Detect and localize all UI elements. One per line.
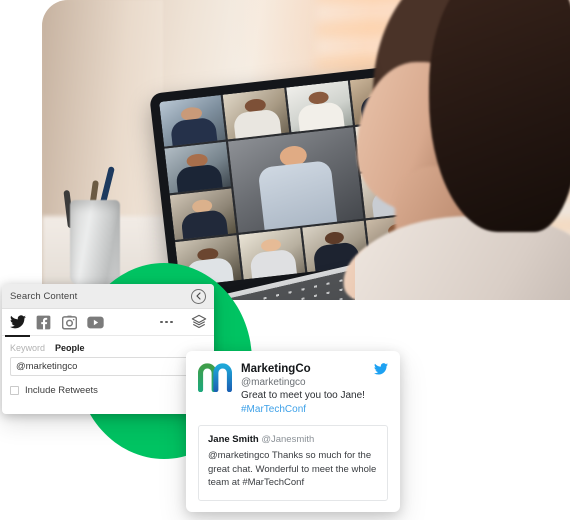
twitter-bird-icon — [374, 362, 388, 416]
marketingco-logo — [198, 362, 232, 393]
tab-keyword[interactable]: Keyword — [10, 343, 45, 353]
hero-photo — [42, 0, 570, 300]
facebook-icon[interactable] — [35, 314, 52, 331]
youtube-icon[interactable] — [87, 314, 104, 331]
include-retweets-row[interactable]: Include Retweets — [10, 385, 206, 396]
tweet-text: Great to meet you too Jane! — [241, 390, 365, 402]
screenshot-stage: Search Content Keyword People @marketing… — [0, 0, 570, 520]
search-form: Keyword People @marketingco Include Retw… — [2, 336, 214, 396]
search-panel-header: Search Content — [2, 284, 214, 309]
participant-tile — [159, 94, 227, 148]
panel-title: Search Content — [10, 290, 78, 302]
more-horizontal-icon[interactable] — [160, 320, 173, 324]
search-mode-tabs: Keyword People — [10, 343, 206, 353]
person-foreground — [355, 0, 570, 300]
quoted-tweet-text: @marketingco Thanks so much for the grea… — [208, 449, 377, 489]
chevron-left-icon[interactable] — [191, 288, 206, 304]
quoted-handle: @Janesmith — [261, 434, 315, 446]
tab-people[interactable]: People — [55, 343, 85, 353]
tweet-hashtag[interactable]: #MarTechConf — [241, 403, 365, 417]
quoted-display-name: Jane Smith — [208, 434, 259, 446]
participant-tile — [222, 87, 290, 140]
layers-icon[interactable] — [190, 314, 207, 331]
instagram-icon[interactable] — [61, 314, 78, 331]
search-input[interactable]: @marketingco — [10, 357, 206, 376]
search-input-value: @marketingco — [16, 361, 78, 372]
participant-tile — [285, 80, 354, 133]
tweet-body: MarketingCo @marketingco Great to meet y… — [241, 362, 365, 416]
tweet-card: MarketingCo @marketingco Great to meet y… — [186, 351, 400, 512]
include-retweets-label: Include Retweets — [25, 385, 98, 396]
tweet-header: MarketingCo @marketingco Great to meet y… — [198, 362, 388, 416]
search-content-panel: Search Content Keyword People @marketing… — [2, 284, 214, 414]
quoted-tweet[interactable]: Jane Smith @Janesmith @marketingco Thank… — [198, 425, 388, 502]
participant-tile — [164, 141, 232, 194]
twitter-icon[interactable] — [5, 314, 30, 337]
pen-cup — [70, 200, 120, 285]
tweet-display-name: MarketingCo — [241, 363, 311, 375]
network-tabs — [2, 309, 214, 337]
participant-tile — [238, 227, 306, 280]
tweet-handle: @marketingco — [241, 377, 306, 389]
participant-tile — [169, 188, 237, 241]
active-speaker-tile — [227, 127, 364, 233]
include-retweets-checkbox[interactable] — [10, 386, 19, 395]
quoted-tweet-author: Jane Smith @Janesmith — [208, 434, 378, 447]
